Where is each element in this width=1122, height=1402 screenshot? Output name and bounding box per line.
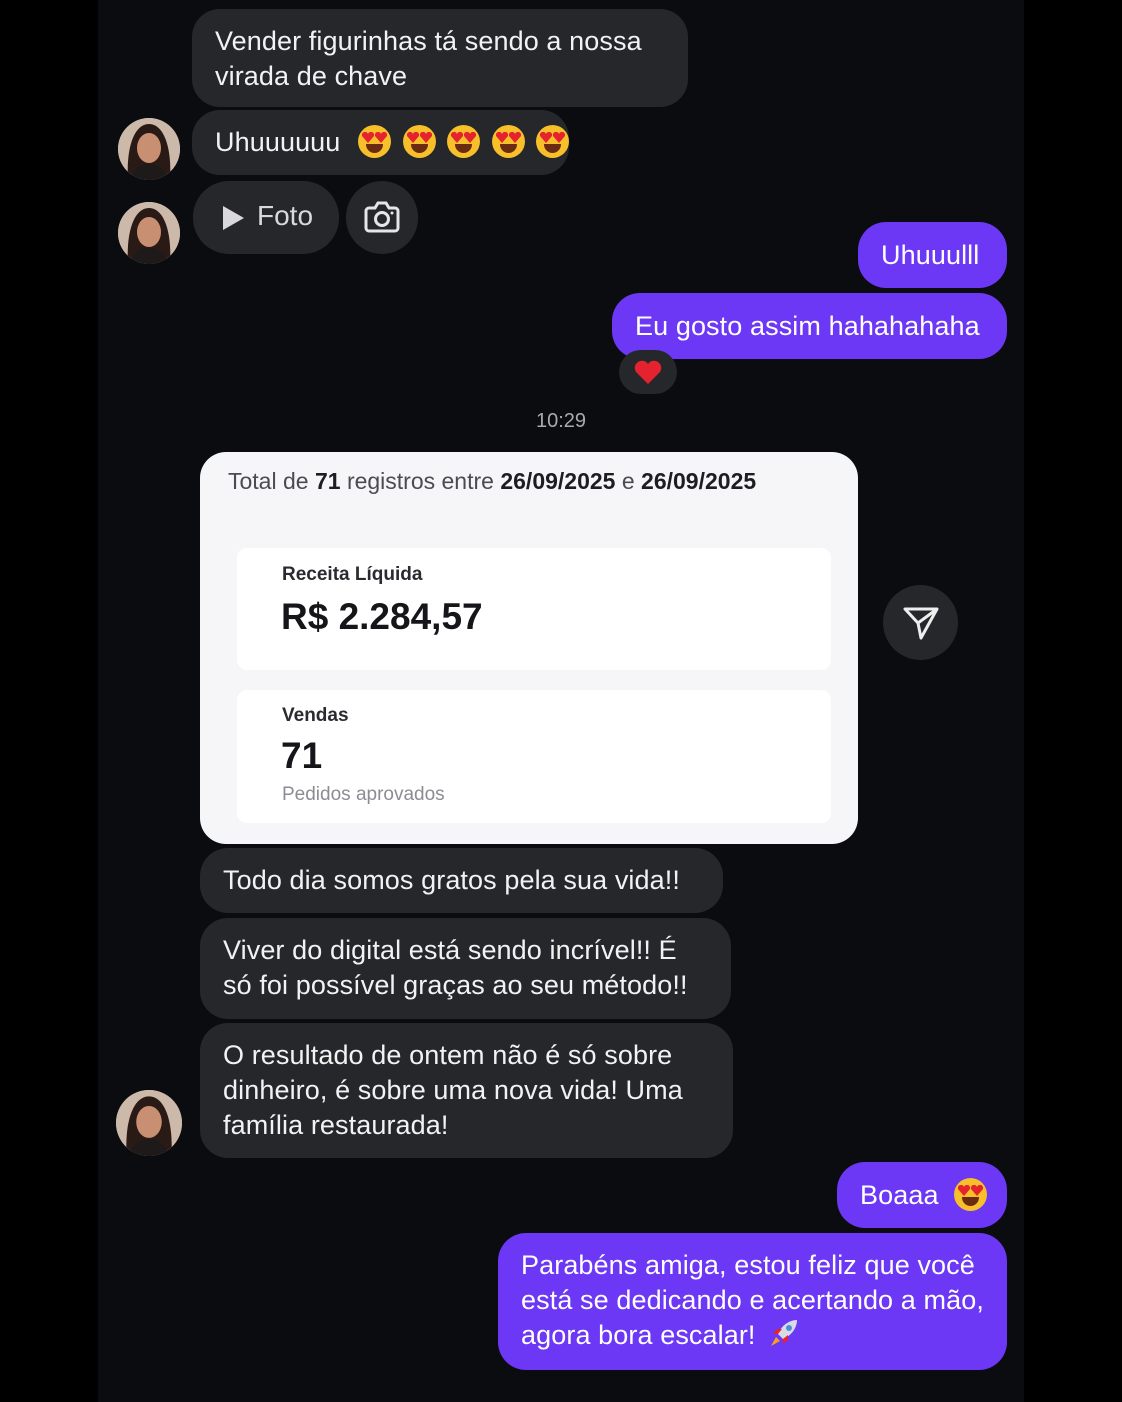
incoming-message[interactable]: Viver do digital está sendo incrível!! É… (200, 918, 731, 1019)
contact-avatar[interactable] (116, 1090, 182, 1156)
message-text: Viver do digital está sendo incrível!! É… (223, 935, 688, 1000)
heart-eyes-emoji (954, 1178, 988, 1212)
incoming-message[interactable]: Vender figurinhas tá sendo a nossa virad… (192, 9, 688, 107)
send-icon (903, 607, 939, 640)
photo-label: Foto (257, 200, 314, 231)
heart-icon (634, 360, 662, 384)
outgoing-message[interactable]: Parabéns amiga, estou feliz que você est… (498, 1233, 1007, 1370)
avatar-photo (116, 1090, 182, 1156)
contact-avatar[interactable] (118, 202, 180, 264)
sales-subtitle: Pedidos aprovados (282, 784, 445, 805)
play-icon (223, 206, 244, 230)
emoji-group (354, 125, 570, 159)
heart-eyes-emoji (402, 125, 436, 159)
message-text: Parabéns amiga, estou feliz que você est… (521, 1250, 984, 1350)
avatar-photo (118, 118, 180, 180)
revenue-metric: Receita Líquida R$ 2.284,57 (237, 548, 831, 670)
message-text: Eu gosto assim hahahahaha (635, 311, 980, 341)
revenue-value: R$ 2.284,57 (281, 596, 483, 637)
incoming-message[interactable]: Todo dia somos gratos pela sua vida!! (200, 848, 723, 913)
chat-thread: Vender figurinhas tá sendo a nossa virad… (98, 0, 1024, 1402)
message-text: Boaaa (860, 1180, 939, 1210)
outgoing-message[interactable]: Boaaa (837, 1162, 1007, 1228)
sales-value: 71 (281, 735, 323, 776)
rocket-emoji (771, 1319, 798, 1346)
summary-conjunction: e (621, 468, 635, 494)
share-button[interactable] (883, 585, 958, 660)
message-text: Vender figurinhas tá sendo a nossa virad… (215, 26, 642, 91)
summary-prefix: Total de (228, 468, 309, 494)
message-text: O resultado de ontem não é só sobre dinh… (223, 1040, 683, 1140)
sales-report-card[interactable]: Total de 71 registros entre 26/09/2025 e… (200, 452, 858, 844)
outgoing-message[interactable]: Eu gosto assim hahahahaha (612, 293, 1007, 359)
timestamp: 10:29 (535, 410, 587, 432)
photo-message-button[interactable]: Foto (193, 181, 339, 254)
incoming-message[interactable]: Uhuuuuuu (192, 110, 570, 175)
camera-icon (364, 201, 400, 233)
sales-metric: Vendas 71 Pedidos aprovados (237, 690, 831, 823)
outgoing-message[interactable]: Uhuuulll (858, 222, 1007, 288)
summary-middle: registros entre (346, 468, 494, 494)
sales-label: Vendas (282, 705, 349, 726)
summary-count: 71 (314, 468, 341, 494)
heart-eyes-emoji (358, 125, 392, 159)
avatar-photo (118, 202, 180, 264)
revenue-label: Receita Líquida (282, 564, 423, 585)
summary-date-end: 26/09/2025 (641, 468, 757, 494)
contact-avatar[interactable] (118, 118, 180, 180)
message-text: Uhuuulll (881, 240, 980, 270)
heart-eyes-emoji (491, 125, 525, 159)
message-text: Uhuuuuuu (215, 127, 341, 157)
incoming-message[interactable]: O resultado de ontem não é só sobre dinh… (200, 1023, 733, 1158)
message-text: Todo dia somos gratos pela sua vida!! (223, 865, 680, 895)
heart-eyes-emoji (536, 125, 570, 159)
report-summary: Total de 71 registros entre 26/09/2025 e… (228, 464, 828, 498)
summary-date-start: 26/09/2025 (500, 468, 616, 494)
message-reaction[interactable] (619, 350, 677, 394)
camera-button[interactable] (346, 181, 418, 254)
heart-eyes-emoji (447, 125, 481, 159)
